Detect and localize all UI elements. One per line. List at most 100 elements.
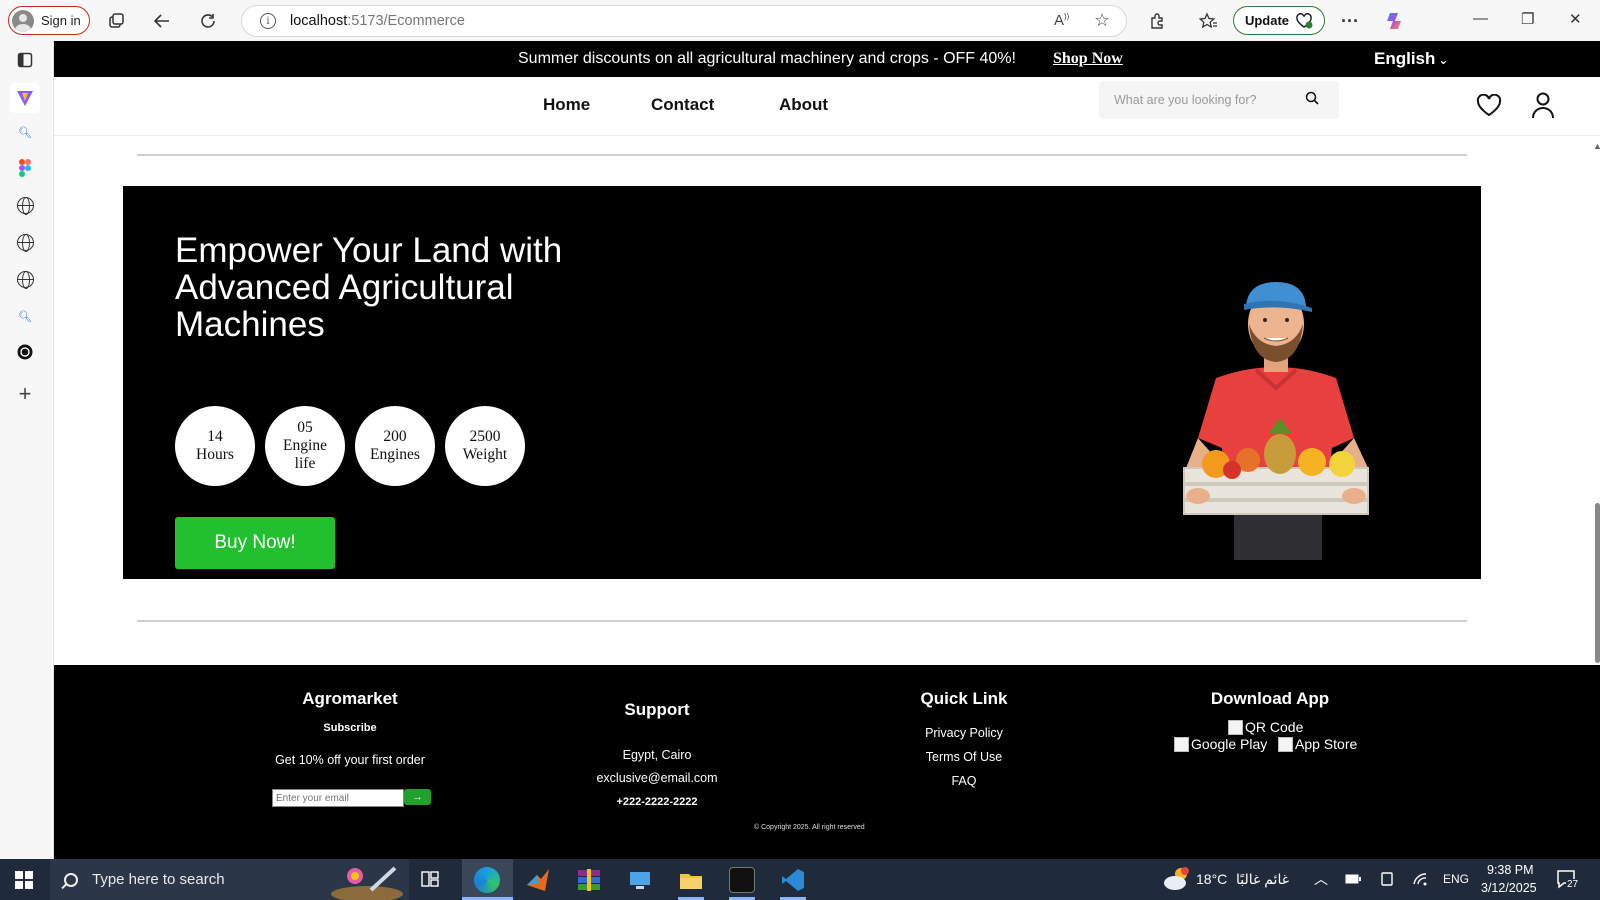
hero-banner: Empower Your Land with Advanced Agricult… (123, 186, 1481, 579)
copilot-icon[interactable] (1382, 9, 1406, 33)
stat-hours: 14 Hours (175, 406, 255, 486)
footer-link-terms[interactable]: Terms Of Use (864, 750, 1064, 764)
read-aloud-icon[interactable]: A)) (1054, 12, 1069, 29)
weather-temperature[interactable]: 18°C (1196, 871, 1227, 887)
back-icon[interactable] (150, 9, 174, 33)
display-icon[interactable] (1380, 872, 1394, 886)
search-input[interactable] (1099, 81, 1299, 119)
nav-home[interactable]: Home (543, 95, 590, 115)
stat-weight: 2500 Weight (445, 406, 525, 486)
edge-browser-icon[interactable] (474, 867, 500, 893)
stat-label: Hours (196, 446, 234, 463)
weather-condition: غائم غالبًا (1236, 871, 1290, 887)
sidebar-panel-icon[interactable] (14, 49, 36, 71)
google-play-image[interactable]: Google Play (1174, 736, 1267, 752)
footer-link-privacy[interactable]: Privacy Policy (864, 726, 1064, 740)
buy-now-button[interactable]: Buy Now! (175, 517, 335, 569)
favorites-icon[interactable] (1196, 9, 1220, 33)
section-divider (137, 154, 1467, 156)
winrar-icon[interactable] (576, 867, 602, 893)
taskbar-search[interactable]: Type here to search (50, 859, 409, 900)
footer-copyright: © Copyright 2025. All right reserved (754, 824, 865, 831)
page-viewport: Summer discounts on all agricultural mac… (53, 41, 1600, 859)
subscribe-email-input[interactable] (272, 789, 404, 807)
footer-link-faq[interactable]: FAQ (864, 774, 1064, 788)
page-scrollbar[interactable]: ▲ (1593, 141, 1600, 665)
search-icon[interactable] (1305, 91, 1319, 105)
stat-value: 200 (383, 428, 407, 445)
sidebar-search-icon[interactable]: 🔍︎ (14, 121, 36, 143)
sign-in-label: Sign in (41, 13, 81, 28)
language-selector[interactable]: English ⌄ (1374, 49, 1448, 69)
app-store-image[interactable]: App Store (1278, 736, 1357, 752)
refresh-icon[interactable] (196, 9, 220, 33)
remote-desktop-icon[interactable] (627, 867, 653, 893)
browser-sidebar: 🔍︎ 🔍︎ + (0, 41, 52, 859)
input-language[interactable]: ENG (1443, 872, 1469, 886)
file-explorer-icon[interactable] (678, 867, 704, 893)
app-store-alt-text: App Store (1295, 736, 1358, 752)
search-highlight-illustration-icon (331, 866, 403, 900)
broken-image-icon (1228, 720, 1243, 735)
language-label: English (1374, 49, 1436, 68)
stat-engine-life: 05 Engine life (265, 406, 345, 486)
sidebar-figma-icon[interactable] (14, 157, 36, 179)
windows-start-icon[interactable] (15, 871, 33, 889)
clock-time[interactable]: 9:38 PM (1487, 863, 1534, 877)
nav-about[interactable]: About (779, 95, 828, 115)
notification-count: 27 (1566, 879, 1580, 890)
favorite-star-icon[interactable]: ☆ (1094, 10, 1110, 31)
wishlist-heart-icon[interactable] (1476, 94, 1502, 118)
search-icon (64, 872, 78, 887)
weather-cloud-icon[interactable] (1162, 866, 1190, 892)
footer-support-heading: Support (624, 700, 690, 719)
footer-phone: +222-2222-2222 (616, 796, 698, 808)
sidebar-search-icon[interactable]: 🔍︎ (14, 305, 36, 327)
sidebar-globe-icon[interactable] (14, 231, 36, 253)
close-icon[interactable]: ✕ (1569, 10, 1582, 28)
terminal-icon[interactable] (729, 867, 755, 893)
minimize-icon[interactable]: — (1473, 10, 1488, 27)
footer-subscribe: Subscribe (323, 722, 377, 734)
tab-actions-icon[interactable] (104, 9, 128, 33)
qr-code-image: QR Code (1228, 719, 1303, 735)
promo-banner: Summer discounts on all agricultural mac… (54, 41, 1600, 77)
account-user-icon[interactable] (1531, 91, 1555, 119)
shop-now-link[interactable]: Shop Now (1053, 50, 1123, 68)
sidebar-globe-icon[interactable] (14, 268, 36, 290)
stat-value: 05 (297, 419, 313, 436)
sidebar-vite-icon[interactable] (10, 83, 40, 113)
subscribe-submit-button[interactable]: → (404, 789, 431, 805)
stat-engines: 200 Engines (355, 406, 435, 486)
matlab-icon[interactable] (525, 867, 551, 893)
restore-icon[interactable]: ❐ (1521, 10, 1534, 28)
wifi-icon[interactable] (1412, 872, 1428, 886)
sidebar-openai-icon[interactable] (14, 341, 36, 363)
windows-taskbar: Type here to search 18°C غائم غالبًا ︿ E… (0, 859, 1600, 900)
update-label: Update (1244, 13, 1290, 28)
vscode-icon[interactable] (780, 867, 806, 893)
scroll-up-arrow-icon[interactable]: ▲ (1593, 141, 1600, 151)
clock-date[interactable]: 3/12/2025 (1481, 881, 1537, 895)
site-info-icon[interactable]: i (260, 13, 276, 29)
scrollbar-thumb[interactable] (1595, 503, 1600, 663)
footer-quick-link-heading: Quick Link (920, 689, 1008, 708)
browser-toolbar: Sign in i localhost:5173/Ecommerce A)) ☆… (0, 0, 1600, 41)
sidebar-globe-icon[interactable] (14, 194, 36, 216)
task-view-icon[interactable] (421, 870, 439, 888)
update-button[interactable]: Update (1233, 6, 1325, 35)
extensions-icon[interactable] (1145, 9, 1169, 33)
footer-email[interactable]: exclusive@email.com (557, 771, 757, 785)
hero-title: Empower Your Land with Advanced Agricult… (175, 231, 563, 344)
sign-in-button[interactable]: Sign in (8, 6, 90, 35)
nav-contact[interactable]: Contact (651, 95, 714, 115)
address-bar[interactable]: i localhost:5173/Ecommerce A)) ☆ (241, 5, 1127, 37)
stat-label: Weight (462, 446, 508, 463)
taskbar-search-placeholder: Type here to search (92, 871, 225, 888)
sidebar-add-icon[interactable]: + (14, 381, 36, 406)
battery-icon[interactable] (1345, 874, 1361, 884)
footer-brand: Agromarket (302, 689, 398, 708)
stat-value: 2500 (469, 428, 501, 445)
tray-overflow-chevron-icon[interactable]: ︿ (1314, 869, 1328, 889)
more-options-icon[interactable]: ··· (1338, 9, 1362, 33)
